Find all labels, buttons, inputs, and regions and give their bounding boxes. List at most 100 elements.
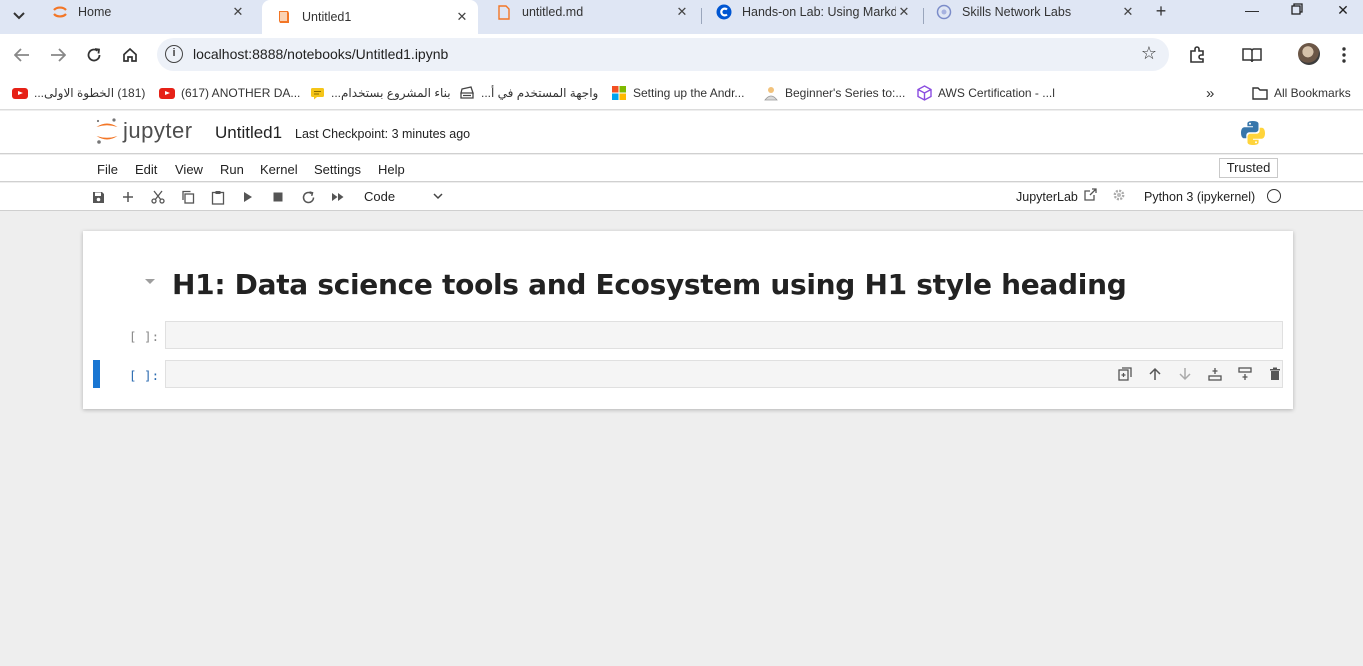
notebook-icon bbox=[276, 9, 292, 25]
collapse-heading-icon[interactable] bbox=[143, 275, 157, 285]
all-bookmarks-button[interactable]: All Bookmarks bbox=[1252, 84, 1351, 102]
more-bookmarks-chevron-icon[interactable]: » bbox=[1206, 84, 1214, 102]
notebook-toolbar: Code JupyterLab Python 3 (ipykernel) bbox=[0, 183, 1363, 211]
kernel-name[interactable]: Python 3 (ipykernel) bbox=[1144, 190, 1255, 204]
bookmark-item[interactable]: واجهة المستخدم في أ... bbox=[459, 84, 598, 102]
menu-view[interactable]: View bbox=[175, 162, 203, 177]
bookmark-label: (617) ANOTHER DA... bbox=[181, 86, 301, 100]
copy-icon[interactable] bbox=[177, 187, 199, 207]
youtube-icon bbox=[12, 87, 28, 99]
url-text[interactable]: localhost:8888/notebooks/Untitled1.ipynb bbox=[193, 46, 448, 62]
stop-icon[interactable] bbox=[267, 187, 289, 207]
person-icon bbox=[763, 87, 779, 101]
forward-arrow-icon[interactable] bbox=[46, 43, 70, 67]
profile-avatar[interactable] bbox=[1298, 43, 1320, 65]
microsoft-icon bbox=[611, 86, 627, 100]
menu-kernel[interactable]: Kernel bbox=[260, 162, 298, 177]
menu-settings[interactable]: Settings bbox=[314, 162, 361, 177]
bookmark-label: واجهة المستخدم في أ... bbox=[481, 86, 599, 100]
youtube-icon bbox=[159, 87, 175, 99]
new-tab-button[interactable]: + bbox=[1150, 1, 1172, 23]
bookmarks-bar: (181) الخطوة الاولى... (617) ANOTHER DA.… bbox=[0, 76, 1363, 110]
close-icon[interactable]: ✕ bbox=[1120, 4, 1136, 20]
insert-above-icon[interactable] bbox=[1200, 364, 1230, 384]
bookmark-star-icon[interactable]: ☆ bbox=[1141, 43, 1157, 64]
cell-type-value: Code bbox=[364, 189, 396, 204]
bookmark-item[interactable]: AWS Certification - ...l bbox=[916, 84, 1055, 102]
run-icon[interactable] bbox=[237, 187, 259, 207]
restore-icon[interactable] bbox=[1287, 2, 1307, 22]
site-info-icon[interactable]: i bbox=[165, 45, 183, 63]
add-cell-icon[interactable] bbox=[117, 187, 139, 207]
home-icon[interactable] bbox=[118, 43, 142, 67]
notebook-title[interactable]: Untitled1 bbox=[215, 123, 282, 143]
menu-help[interactable]: Help bbox=[378, 162, 405, 177]
kernel-status-icon bbox=[1267, 189, 1281, 203]
kebab-menu-icon[interactable] bbox=[1333, 44, 1355, 66]
tab-home[interactable]: Home ✕ bbox=[38, 0, 254, 24]
bookmark-label: بناء المشروع بستخدام... bbox=[331, 86, 451, 100]
bookmark-item[interactable]: بناء المشروع بستخدام... bbox=[309, 84, 451, 102]
code-cell-input[interactable] bbox=[165, 321, 1283, 349]
trusted-indicator[interactable]: Trusted bbox=[1219, 158, 1278, 178]
tab-skills-network[interactable]: Skills Network Labs ✕ bbox=[922, 0, 1144, 24]
minimize-icon[interactable]: — bbox=[1242, 2, 1262, 22]
tab-title: Skills Network Labs bbox=[962, 5, 1072, 19]
cut-icon[interactable] bbox=[147, 187, 169, 207]
address-bar-row: i localhost:8888/notebooks/Untitled1.ipy… bbox=[0, 34, 1363, 76]
close-icon[interactable]: ✕ bbox=[454, 9, 470, 25]
close-window-icon[interactable]: ✕ bbox=[1333, 2, 1353, 22]
back-arrow-icon[interactable] bbox=[10, 43, 34, 67]
cell-toolbar bbox=[1110, 364, 1290, 384]
reload-icon[interactable] bbox=[82, 43, 106, 67]
last-checkpoint: Last Checkpoint: 3 minutes ago bbox=[295, 127, 471, 141]
external-link-icon[interactable] bbox=[1084, 188, 1097, 204]
save-icon[interactable] bbox=[87, 187, 109, 207]
chat-icon bbox=[309, 87, 325, 99]
browser-tab-bar: Home ✕ Untitled1 ✕ untitled.md ✕ Hands-o… bbox=[0, 0, 1363, 34]
tab-hands-on-lab[interactable]: Hands-on Lab: Using Markd ✕ bbox=[702, 0, 920, 24]
tab-title: Home bbox=[78, 5, 112, 19]
close-icon[interactable]: ✕ bbox=[896, 4, 912, 20]
skills-network-icon bbox=[936, 4, 952, 20]
menu-file[interactable]: File bbox=[97, 162, 118, 177]
menu-run[interactable]: Run bbox=[220, 162, 244, 177]
tab-title: Hands-on Lab: Using Markd bbox=[742, 5, 896, 19]
duplicate-cell-icon[interactable] bbox=[1110, 364, 1140, 384]
fast-forward-icon[interactable] bbox=[327, 187, 349, 207]
extensions-icon[interactable] bbox=[1186, 44, 1208, 66]
cube-icon bbox=[916, 85, 932, 101]
gear-icon[interactable] bbox=[1112, 188, 1126, 205]
close-icon[interactable]: ✕ bbox=[230, 4, 246, 20]
python-logo-icon bbox=[1240, 120, 1266, 149]
insert-below-icon[interactable] bbox=[1230, 364, 1260, 384]
paste-icon[interactable] bbox=[207, 187, 229, 207]
tab-search-chevron-icon[interactable] bbox=[6, 3, 32, 29]
folder-icon bbox=[1252, 86, 1268, 100]
bookmark-label: (181) الخطوة الاولى... bbox=[34, 86, 146, 100]
all-bookmarks-label: All Bookmarks bbox=[1274, 86, 1351, 100]
url-omnibox[interactable]: i localhost:8888/notebooks/Untitled1.ipy… bbox=[157, 38, 1169, 71]
reading-mode-icon[interactable] bbox=[1241, 44, 1263, 66]
active-cell-indicator bbox=[93, 360, 100, 388]
menu-edit[interactable]: Edit bbox=[135, 162, 157, 177]
jupyter-logo[interactable]: jupyter bbox=[95, 117, 193, 145]
bookmark-item[interactable]: Beginner's Series to:... bbox=[763, 84, 905, 102]
move-up-icon[interactable] bbox=[1140, 364, 1170, 384]
tab-untitled1[interactable]: Untitled1 ✕ bbox=[262, 0, 478, 34]
markdown-heading[interactable]: H1: Data science tools and Ecosystem usi… bbox=[172, 268, 1127, 301]
print-icon bbox=[459, 86, 475, 99]
jupyter-icon bbox=[52, 4, 68, 20]
restart-icon[interactable] bbox=[297, 187, 319, 207]
cell-type-select[interactable]: Code bbox=[362, 187, 444, 207]
tab-untitled-md[interactable]: untitled.md ✕ bbox=[482, 0, 698, 24]
move-down-icon[interactable] bbox=[1170, 364, 1200, 384]
bookmark-item[interactable]: Setting up the Andr... bbox=[611, 84, 744, 102]
jupyterlab-link[interactable]: JupyterLab bbox=[1016, 190, 1078, 204]
close-icon[interactable]: ✕ bbox=[674, 4, 690, 20]
delete-cell-icon[interactable] bbox=[1260, 364, 1290, 384]
tab-title: untitled.md bbox=[522, 5, 584, 19]
jupyter-header: jupyter Untitled1 Last Checkpoint: 3 min… bbox=[0, 111, 1363, 154]
bookmark-item[interactable]: (181) الخطوة الاولى... bbox=[12, 84, 145, 102]
bookmark-item[interactable]: (617) ANOTHER DA... bbox=[159, 84, 300, 102]
